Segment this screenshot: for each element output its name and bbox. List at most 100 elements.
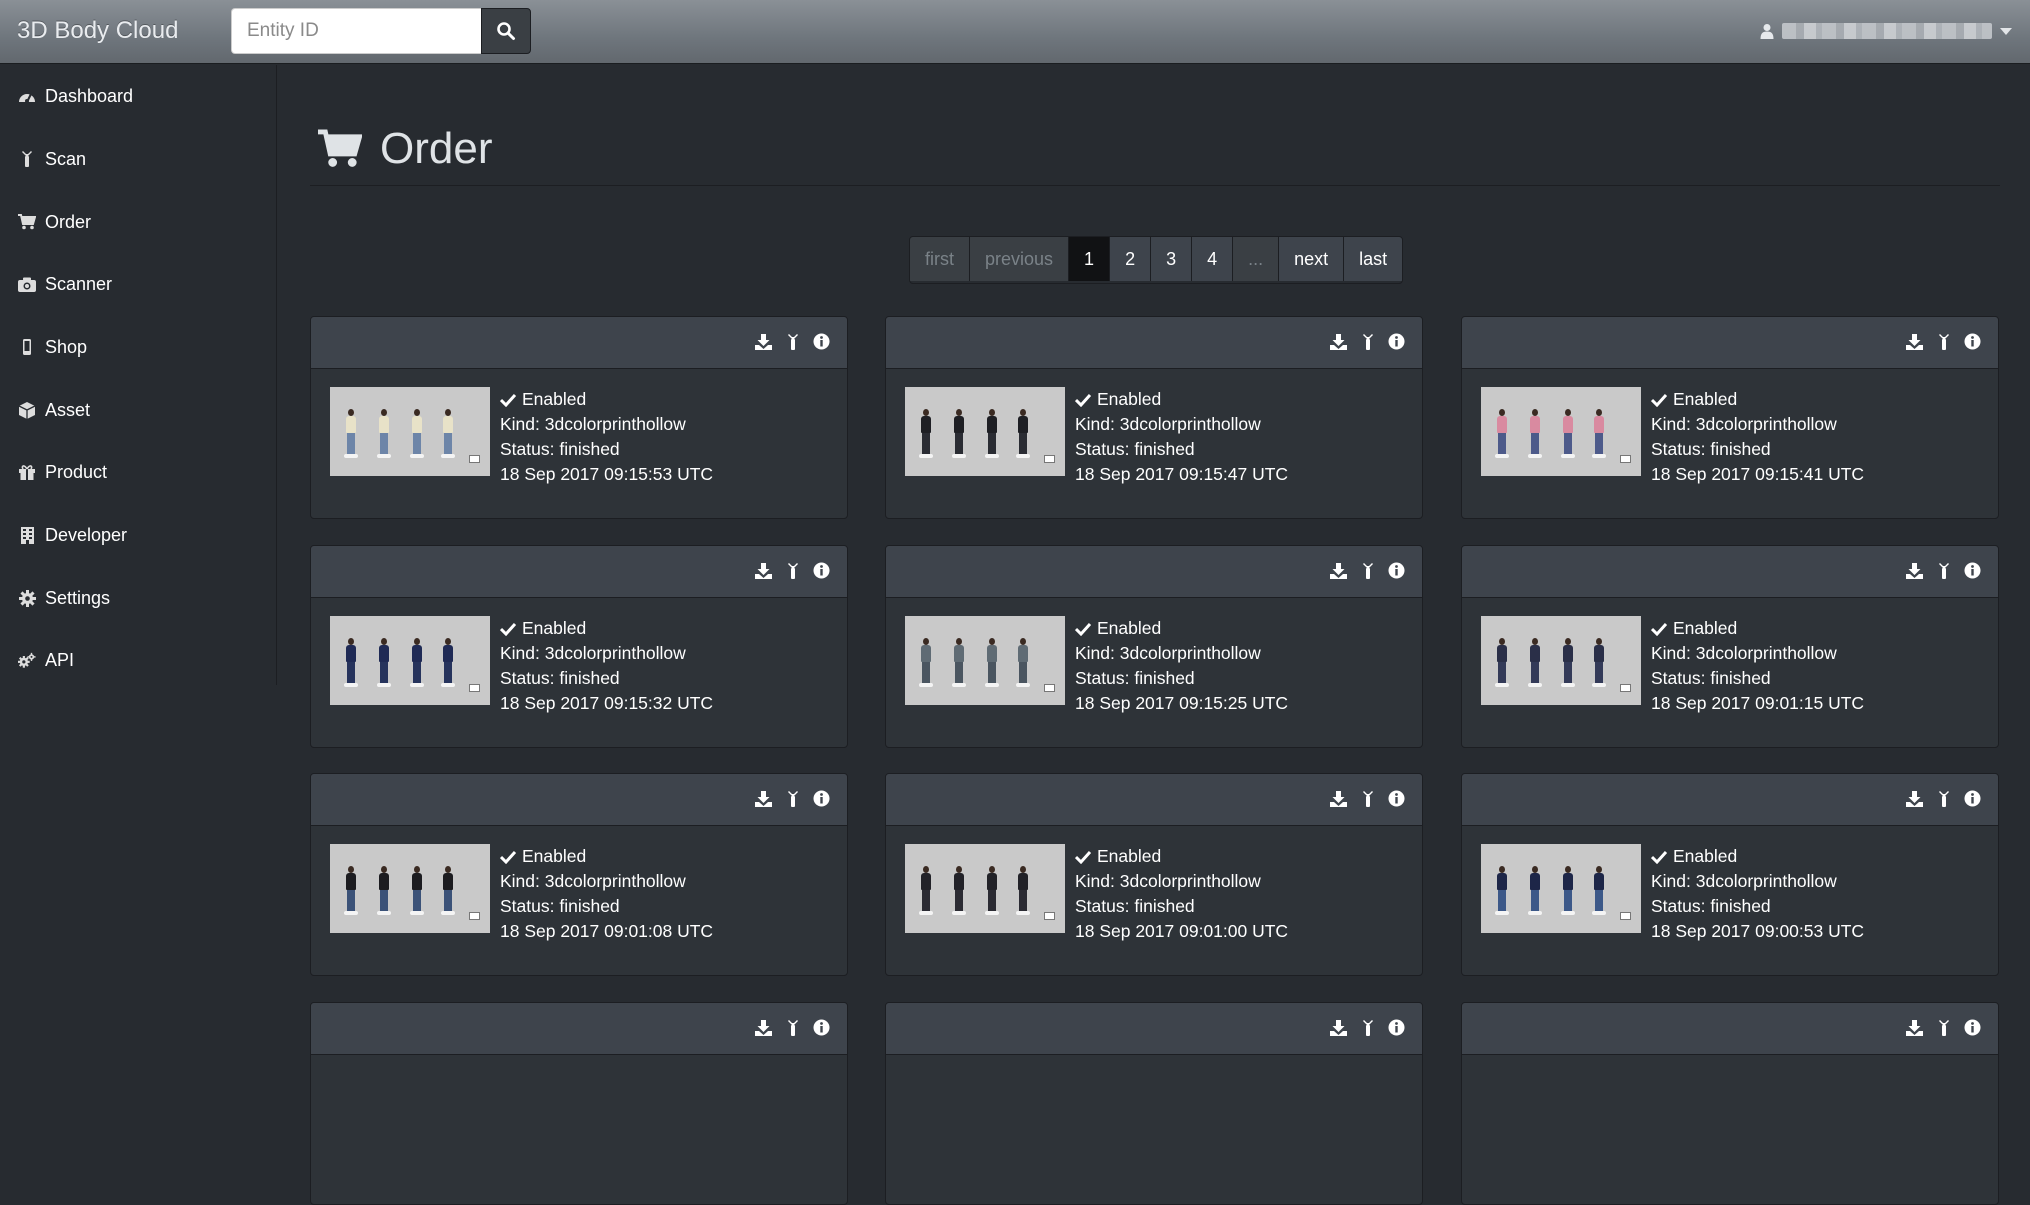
info-button[interactable] <box>1387 561 1406 580</box>
pagination-page-3[interactable]: 3 <box>1151 237 1193 281</box>
sidebar-item-dashboard[interactable]: Dashboard <box>18 81 133 111</box>
download-button[interactable] <box>1905 332 1924 351</box>
pagination-page-2[interactable]: 2 <box>1110 237 1152 281</box>
scan-figure-icon <box>1938 562 1949 579</box>
scan-thumbnail[interactable] <box>905 844 1065 933</box>
view-scan-button[interactable] <box>1934 1018 1953 1037</box>
scan-figure <box>410 866 424 916</box>
info-button[interactable] <box>812 561 831 580</box>
download-button[interactable] <box>1329 332 1348 351</box>
info-button[interactable] <box>1963 332 1982 351</box>
sidebar-item-settings[interactable]: Settings <box>18 583 110 613</box>
scan-thumbnail[interactable] <box>905 616 1065 705</box>
scan-figure <box>377 866 391 916</box>
download-button[interactable] <box>754 332 773 351</box>
sidebar-item-scan[interactable]: Scan <box>18 144 86 174</box>
scan-thumbnail[interactable] <box>330 616 490 705</box>
sidebar-item-asset[interactable]: Asset <box>18 395 90 425</box>
sidebar-item-product[interactable]: Product <box>18 457 107 487</box>
pagination-next[interactable]: next <box>1279 237 1345 281</box>
scan-thumbnail[interactable] <box>330 387 490 476</box>
info-button[interactable] <box>1387 332 1406 351</box>
order-kind: Kind: 3dcolorprinthollow <box>1075 643 1261 663</box>
download-button[interactable] <box>754 789 773 808</box>
sidebar-item-api[interactable]: API <box>18 645 74 675</box>
entity-id-search-input[interactable] <box>231 8 481 54</box>
building-icon <box>18 526 36 544</box>
check-icon <box>1075 622 1091 636</box>
scan-figure <box>1528 409 1542 459</box>
sidebar-item-order[interactable]: Order <box>18 207 91 237</box>
enabled-flag: Enabled <box>500 616 713 641</box>
scan-thumbnail[interactable] <box>1481 387 1641 476</box>
pagination-last[interactable]: last <box>1344 237 1403 281</box>
info-circle-icon <box>1964 790 1981 807</box>
info-button[interactable] <box>812 789 831 808</box>
view-scan-button[interactable] <box>783 1018 802 1037</box>
info-button[interactable] <box>812 1018 831 1037</box>
view-scan-button[interactable] <box>1934 789 1953 808</box>
scan-figure-icon <box>18 150 36 168</box>
view-scan-button[interactable] <box>783 561 802 580</box>
scan-figure <box>952 866 966 916</box>
info-button[interactable] <box>1387 1018 1406 1037</box>
download-button[interactable] <box>1905 789 1924 808</box>
scan-thumbnail[interactable] <box>330 844 490 933</box>
sidebar-item-shop[interactable]: Shop <box>18 332 87 362</box>
check-icon <box>1651 850 1667 864</box>
info-button[interactable] <box>812 332 831 351</box>
download-button[interactable] <box>754 561 773 580</box>
view-scan-button[interactable] <box>1358 561 1377 580</box>
enabled-label: Enabled <box>1097 846 1162 866</box>
download-button[interactable] <box>1329 561 1348 580</box>
pagination-page-1[interactable]: 1 <box>1069 237 1111 281</box>
view-scan-button[interactable] <box>783 332 802 351</box>
scan-thumbnail[interactable] <box>1481 844 1641 933</box>
scan-thumbnail[interactable] <box>1481 616 1641 705</box>
info-button[interactable] <box>1963 561 1982 580</box>
scan-figure <box>1561 866 1575 916</box>
scan-figure <box>441 866 455 916</box>
sidebar-item-label: Asset <box>45 399 91 420</box>
info-button[interactable] <box>1963 1018 1982 1037</box>
brand-logo[interactable]: 3D Body Cloud <box>17 17 178 45</box>
pagination-first[interactable]: first <box>910 237 970 281</box>
view-scan-button[interactable] <box>1934 561 1953 580</box>
download-button[interactable] <box>1329 1018 1348 1037</box>
info-button[interactable] <box>1387 789 1406 808</box>
pagination-previous[interactable]: previous <box>970 237 1070 281</box>
download-button[interactable] <box>754 1018 773 1037</box>
order-kind: Kind: 3dcolorprinthollow <box>1651 871 1837 891</box>
sidebar-item-developer[interactable]: Developer <box>18 520 127 550</box>
view-scan-button[interactable] <box>1358 332 1377 351</box>
info-circle-icon <box>1964 1019 1981 1036</box>
scan-figure <box>985 409 999 459</box>
enabled-flag: Enabled <box>1075 387 1288 412</box>
order-kind: Kind: 3dcolorprinthollow <box>1651 643 1837 663</box>
view-scan-button[interactable] <box>1358 1018 1377 1037</box>
sidebar-item-scanner[interactable]: Scanner <box>18 269 112 299</box>
order-card <box>310 1002 848 1205</box>
user-menu[interactable] <box>1760 18 2012 44</box>
scan-figure <box>1592 638 1606 688</box>
view-scan-button[interactable] <box>1358 789 1377 808</box>
info-button[interactable] <box>1963 789 1982 808</box>
download-button[interactable] <box>1329 789 1348 808</box>
search-button[interactable] <box>481 8 531 54</box>
download-icon <box>755 790 772 807</box>
order-card: Enabled Kind: 3dcolorprinthollow Status:… <box>310 545 848 748</box>
view-scan-button[interactable] <box>1934 332 1953 351</box>
download-button[interactable] <box>1905 1018 1924 1037</box>
order-info: Enabled Kind: 3dcolorprinthollow Status:… <box>1651 387 1864 487</box>
download-icon <box>1330 1019 1347 1036</box>
scan-figure-icon <box>1938 333 1949 350</box>
scan-figure <box>410 638 424 688</box>
pagination-page-4[interactable]: 4 <box>1192 237 1234 281</box>
scan-figure <box>1528 866 1542 916</box>
scan-thumbnail[interactable] <box>905 387 1065 476</box>
view-scan-button[interactable] <box>783 789 802 808</box>
scan-figure <box>1016 866 1030 916</box>
order-card: Enabled Kind: 3dcolorprinthollow Status:… <box>885 773 1423 976</box>
order-status: Status: finished <box>1651 896 1771 916</box>
download-button[interactable] <box>1905 561 1924 580</box>
